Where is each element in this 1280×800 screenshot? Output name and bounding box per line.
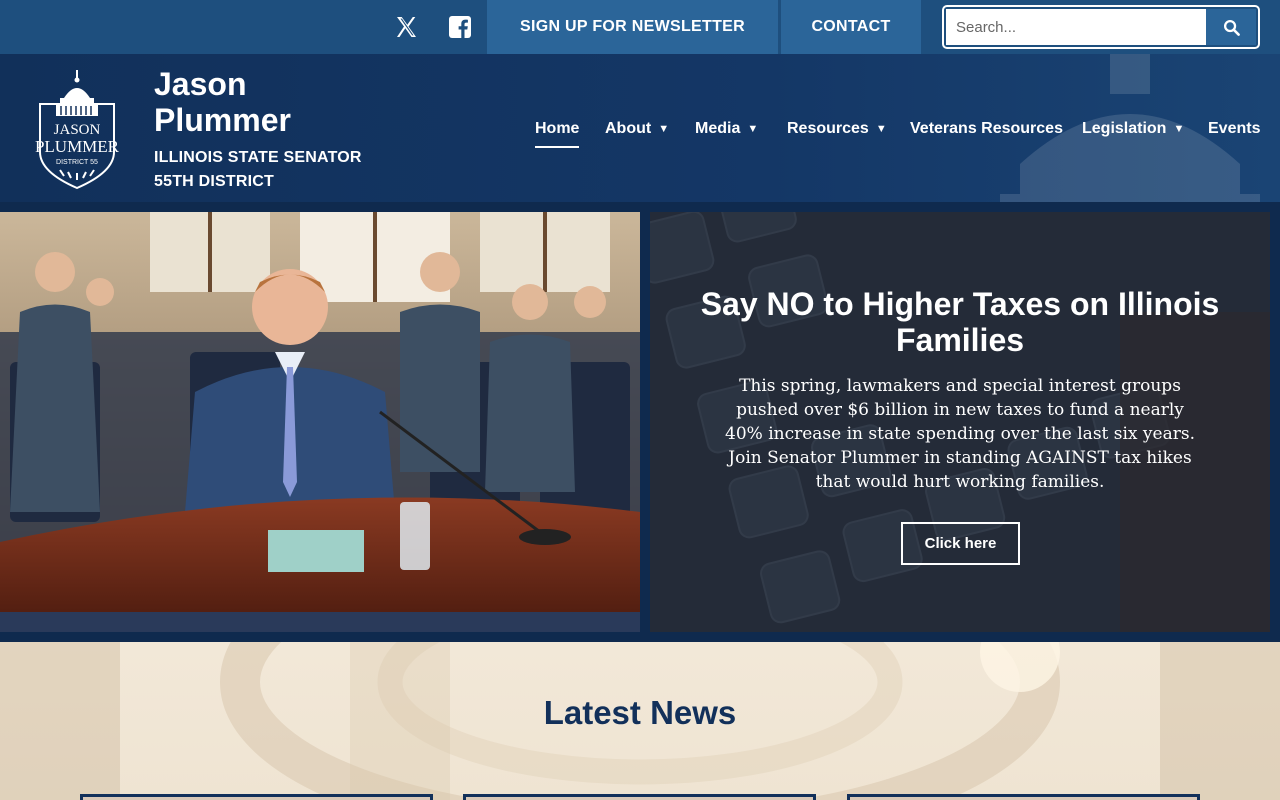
nav-item-media[interactable]: Media ▼ [695, 114, 758, 144]
newsletter-signup-button[interactable]: SIGN UP FOR NEWSLETTER [487, 0, 778, 54]
hero-cta-label: Click here [924, 535, 997, 552]
site-name[interactable]: Jason Plummer [154, 66, 354, 138]
latest-news-heading: Latest News [543, 694, 737, 731]
hero-feature-panel: Say NO to Higher Taxes on Illinois Famil… [650, 212, 1270, 632]
news-card[interactable] [847, 794, 1200, 800]
logo-text-last: PLUMMER [35, 137, 120, 156]
hero-cta-button[interactable]: Click here [901, 522, 1020, 565]
nav-item-resources[interactable]: Resources ▼ [787, 114, 887, 144]
hearing-room-illustration [0, 212, 640, 632]
news-card[interactable] [80, 794, 433, 800]
nav-item-veterans-resources[interactable]: Veterans Resources [910, 114, 1063, 144]
hero-title: Say NO to Higher Taxes on Illinois Famil… [700, 286, 1220, 358]
hero-body: This spring, lawmakers and special inter… [725, 376, 1195, 492]
site-header: JASON PLUMMER DISTRICT 55 Jason Plummer … [0, 54, 1280, 202]
nav-label: About [605, 120, 652, 137]
caret-down-icon: ▼ [1173, 123, 1185, 135]
logo-text-district: DISTRICT 55 [56, 159, 98, 166]
logo-text-first: JASON [54, 122, 101, 138]
tagline-line-1: ILLINOIS STATE SENATOR [154, 149, 362, 166]
site-logo[interactable]: JASON PLUMMER DISTRICT 55 [26, 66, 128, 192]
search-input[interactable] [946, 9, 1206, 45]
newsletter-label: SIGN UP FOR NEWSLETTER [520, 18, 745, 35]
capitol-logo-icon: JASON PLUMMER DISTRICT 55 [35, 70, 120, 190]
nav-label: Legislation [1082, 120, 1167, 137]
facebook-link[interactable] [442, 0, 478, 54]
x-twitter-link[interactable] [388, 0, 424, 54]
search-icon [1223, 19, 1240, 36]
facebook-icon [449, 16, 471, 38]
caret-down-icon: ▼ [747, 123, 759, 135]
contact-label: CONTACT [811, 18, 891, 35]
tagline-line-2: 55TH DISTRICT [154, 173, 274, 190]
nav-label: Events [1208, 120, 1261, 137]
nav-item-about[interactable]: About ▼ [605, 114, 669, 144]
search-form [942, 5, 1260, 49]
nav-label: Resources [787, 120, 869, 137]
site-tagline: ILLINOIS STATE SENATOR 55TH DISTRICT [154, 146, 362, 194]
nav-item-home[interactable]: Home [535, 114, 580, 148]
nav-label: Home [535, 120, 580, 137]
contact-button[interactable]: CONTACT [781, 0, 921, 54]
hero-photo-senator-hearing [0, 212, 640, 632]
top-bar: SIGN UP FOR NEWSLETTER CONTACT [0, 0, 1280, 54]
caret-down-icon: ▼ [658, 123, 670, 135]
search-button[interactable] [1206, 9, 1256, 45]
nav-item-events[interactable]: Events [1208, 114, 1260, 144]
x-icon [397, 17, 416, 37]
nav-label: Media [695, 120, 741, 137]
news-card[interactable] [463, 794, 816, 800]
nav-item-legislation[interactable]: Legislation ▼ [1082, 114, 1184, 144]
latest-news-section: Latest News [0, 642, 1280, 800]
nav-label: Veterans Resources [910, 120, 1063, 137]
caret-down-icon: ▼ [875, 123, 887, 135]
